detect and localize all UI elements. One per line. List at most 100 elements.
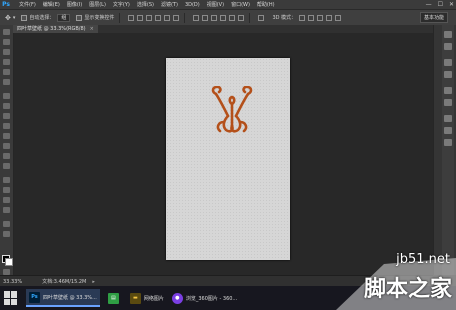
panel-dock [433, 25, 456, 275]
healing-brush-tool-icon[interactable] [3, 93, 10, 99]
distribute-vcenter-icon[interactable] [202, 14, 209, 21]
quick-select-tool-icon[interactable] [3, 59, 10, 65]
menu-bar: Ps 文件(F) 编辑(E) 图像(I) 图层(L) 文字(Y) 选择(S) 滤… [0, 0, 456, 9]
document-size-info: 文档:3.46M/15.2M [42, 279, 87, 285]
ornament-artwork [211, 86, 253, 133]
menu-edit[interactable]: 编辑(E) [43, 1, 60, 8]
menu-window[interactable]: 窗口(W) [231, 1, 250, 8]
taskbar-item-folder[interactable]: ▬ 网络图片 [129, 291, 164, 305]
history-panel-icon[interactable] [444, 31, 452, 38]
layers-panel-icon[interactable] [444, 115, 452, 122]
distribute-left-icon[interactable] [220, 14, 227, 21]
ornament-strokes [211, 86, 253, 133]
align-left-icon[interactable] [155, 14, 162, 21]
workspace-dropdown[interactable]: 基本功能 [419, 12, 448, 23]
tool-preset-dropdown-icon[interactable]: ▾ [13, 15, 16, 21]
styles-panel-icon[interactable] [444, 99, 452, 106]
eyedropper-tool-icon[interactable] [3, 79, 10, 85]
maximize-icon[interactable]: ☐ [438, 1, 443, 8]
taskbar-item-app[interactable]: ▤ [107, 291, 122, 305]
paths-panel-icon[interactable] [444, 139, 452, 146]
align-right-icon[interactable] [173, 14, 180, 21]
separator [184, 12, 186, 23]
auto-align-icon[interactable] [258, 14, 265, 21]
panel-icon-strip [442, 25, 454, 275]
3d-drag-icon[interactable] [317, 14, 324, 21]
channels-panel-icon[interactable] [444, 127, 452, 134]
background-color-swatch[interactable] [5, 258, 13, 266]
close-tab-icon[interactable]: × [90, 26, 94, 32]
gradient-tool-icon[interactable] [3, 143, 10, 149]
taskbar-item-browser[interactable]: ● 浏览_360图片 - 360... [171, 291, 238, 305]
menu-image[interactable]: 图像(I) [67, 1, 82, 8]
window-controls: — ☐ ✕ [426, 0, 454, 9]
properties-panel-icon[interactable] [444, 43, 452, 50]
windows-start-button[interactable] [4, 291, 18, 305]
distribute-top-icon[interactable] [193, 14, 200, 21]
align-top-icon[interactable] [128, 14, 135, 21]
path-select-tool-icon[interactable] [3, 197, 10, 203]
document-tab-title: 四叶草壁纸 @ 33.3%(RGB/8) [17, 26, 86, 32]
align-hcenter-icon[interactable] [164, 14, 171, 21]
hand-tool-icon[interactable] [3, 221, 10, 227]
adjustments-panel-icon[interactable] [444, 87, 452, 94]
menu-select[interactable]: 选择(S) [137, 1, 154, 8]
clone-stamp-tool-icon[interactable] [3, 113, 10, 119]
watermark-url: jb51.net [396, 252, 450, 267]
crop-tool-icon[interactable] [3, 69, 10, 75]
close-icon[interactable]: ✕ [449, 1, 454, 8]
align-bottom-icon[interactable] [146, 14, 153, 21]
3d-scale-icon[interactable] [335, 14, 342, 21]
lasso-tool-icon[interactable] [3, 49, 10, 55]
show-transform-checkbox[interactable] [76, 14, 83, 21]
taskbar-item-label: 四叶草壁纸 @ 33.3%... [43, 294, 97, 301]
shape-tool-icon[interactable] [3, 207, 10, 213]
menu-layer[interactable]: 图层(L) [89, 1, 106, 8]
taskbar-item-label: 浏览_360图片 - 360... [185, 295, 238, 302]
status-menu-arrow-icon[interactable]: ▸ [92, 279, 95, 285]
menu-view[interactable]: 视图(V) [207, 1, 224, 8]
brush-tool-icon[interactable] [3, 103, 10, 109]
taskbar-item-label: 网络图片 [143, 295, 164, 302]
app-icon: ▤ [107, 292, 119, 304]
minimize-icon[interactable]: — [426, 1, 432, 8]
menu-type[interactable]: 文字(Y) [113, 1, 130, 8]
swatches-panel-icon[interactable] [444, 71, 452, 78]
zoom-tool-icon[interactable] [3, 231, 10, 237]
color-panel-icon[interactable] [444, 59, 452, 66]
move-tool-icon[interactable] [3, 29, 10, 35]
photoshop-logo: Ps [2, 1, 10, 8]
show-transform-label: 显示变换控件 [84, 15, 115, 21]
document-tab[interactable]: 四叶草壁纸 @ 33.3%(RGB/8) × [13, 25, 98, 33]
marquee-tool-icon[interactable] [3, 39, 10, 45]
3d-roll-icon[interactable] [308, 14, 315, 21]
menu-filter[interactable]: 滤镜(T) [161, 1, 178, 8]
align-vcenter-icon[interactable] [137, 14, 144, 21]
eraser-tool-icon[interactable] [3, 133, 10, 139]
history-brush-tool-icon[interactable] [3, 123, 10, 129]
distribute-bottom-icon[interactable] [211, 14, 218, 21]
auto-select-dropdown[interactable]: 组 [57, 13, 71, 22]
blur-tool-icon[interactable] [3, 153, 10, 159]
menu-3d[interactable]: 3D(D) [185, 2, 200, 8]
browser-icon: ● [171, 292, 183, 304]
watermark: jb51.net 脚本之家 [336, 250, 456, 310]
mode-3d-label: 3D 模式： [272, 15, 297, 21]
auto-select-label: 自动选择： [29, 15, 55, 21]
menu-file[interactable]: 文件(F) [19, 1, 36, 8]
distribute-hcenter-icon[interactable] [229, 14, 236, 21]
dodge-tool-icon[interactable] [3, 163, 10, 169]
folder-icon: ▬ [129, 292, 141, 304]
separator [119, 12, 121, 23]
taskbar-item-photoshop[interactable]: Ps 四叶草壁纸 @ 33.3%... [26, 289, 100, 307]
menu-help[interactable]: 帮助(H) [257, 1, 275, 8]
move-tool-icon[interactable]: ✥ [5, 14, 11, 22]
options-bar: ✥ ▾ 自动选择： 组 显示变换控件 3D 模式： 基本功能 [0, 9, 456, 26]
pen-tool-icon[interactable] [3, 177, 10, 183]
3d-rotate-icon[interactable] [299, 14, 306, 21]
type-tool-icon[interactable] [3, 187, 10, 193]
3d-slide-icon[interactable] [326, 14, 333, 21]
zoom-level[interactable]: 33.33% [3, 279, 22, 285]
auto-select-checkbox[interactable] [21, 14, 28, 21]
distribute-right-icon[interactable] [238, 14, 245, 21]
